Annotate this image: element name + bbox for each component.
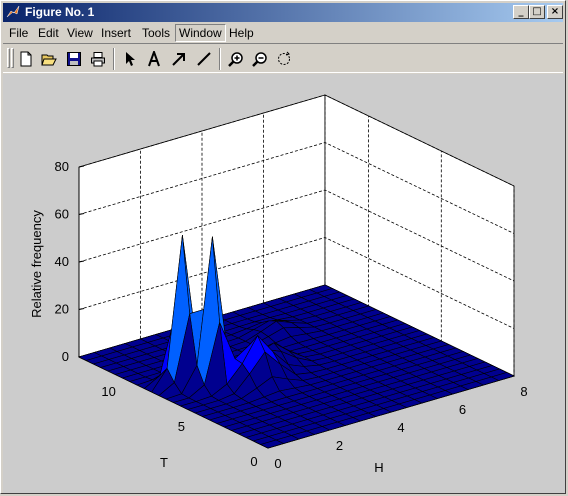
zoom-out-button[interactable]	[249, 48, 271, 70]
print-icon	[91, 52, 105, 67]
maximize-button[interactable]: □	[529, 5, 545, 19]
insert-text-icon	[148, 51, 160, 67]
h-tick-label: 0	[274, 456, 281, 471]
menu-bar: File Edit View Insert Tools Window Help	[3, 23, 563, 42]
menu-tools[interactable]: Tools	[142, 26, 170, 40]
zoom-in-button[interactable]	[225, 48, 247, 70]
insert-arrow-icon	[172, 53, 185, 66]
close-button[interactable]: ×	[547, 5, 563, 19]
t-tick-label: 5	[178, 419, 185, 434]
h-tick-label: 4	[397, 420, 404, 435]
surface-plot[interactable]: 020406080024680510HTRelative frequency	[3, 74, 565, 493]
z-tick-label: 0	[62, 349, 69, 364]
open-folder-icon	[41, 54, 57, 66]
menu-insert[interactable]: Insert	[101, 26, 131, 40]
new-file-button[interactable]	[15, 48, 37, 70]
t-axis-label: T	[160, 455, 168, 470]
insert-line-button[interactable]	[193, 48, 215, 70]
title-bar[interactable]: Figure No. 1 _ □ ×	[3, 3, 563, 22]
toolbar	[3, 43, 563, 73]
window-title: Figure No. 1	[25, 5, 95, 19]
rotate-3d-icon	[278, 51, 290, 65]
menu-window[interactable]: Window	[175, 24, 226, 42]
menu-file[interactable]: File	[9, 26, 28, 40]
rotate-3d-button[interactable]	[273, 48, 295, 70]
minimize-button[interactable]: _	[513, 5, 529, 19]
t-tick-label: 10	[101, 384, 115, 399]
zoom-in-icon	[228, 52, 243, 67]
select-arrow-icon	[126, 52, 135, 66]
print-button[interactable]	[87, 48, 109, 70]
t-tick-label: 0	[250, 454, 257, 469]
zoom-out-icon	[252, 52, 267, 67]
insert-line-icon	[197, 52, 211, 66]
h-axis-label: H	[374, 460, 383, 475]
matlab-logo-icon	[6, 5, 20, 18]
menu-view[interactable]: View	[67, 26, 93, 40]
toolbar-grip[interactable]	[7, 48, 10, 68]
save-icon	[67, 52, 81, 66]
z-axis-label: Relative frequency	[29, 210, 44, 318]
toolbar-separator	[219, 48, 221, 70]
toolbar-separator	[113, 48, 115, 70]
h-tick-label: 2	[336, 438, 343, 453]
menu-edit[interactable]: Edit	[38, 26, 59, 40]
z-tick-label: 60	[55, 207, 69, 222]
h-tick-label: 6	[459, 402, 466, 417]
z-tick-label: 20	[55, 302, 69, 317]
menu-help[interactable]: Help	[229, 26, 254, 40]
toolbar-grip[interactable]	[11, 48, 14, 68]
z-tick-label: 80	[55, 159, 69, 174]
insert-arrow-button[interactable]	[168, 48, 190, 70]
save-button[interactable]	[63, 48, 85, 70]
z-tick-label: 40	[55, 254, 69, 269]
insert-text-button[interactable]	[143, 48, 165, 70]
figure-window: Figure No. 1 _ □ × File Edit View Insert…	[0, 0, 566, 494]
select-tool-button[interactable]	[119, 48, 141, 70]
new-file-icon	[20, 51, 32, 67]
open-file-button[interactable]	[38, 48, 60, 70]
h-tick-label: 8	[520, 384, 527, 399]
figure-canvas[interactable]: 0 20 40 60 80 0 2 4 6 8 0 5 10 H T Relative frequency	[3, 74, 565, 493]
